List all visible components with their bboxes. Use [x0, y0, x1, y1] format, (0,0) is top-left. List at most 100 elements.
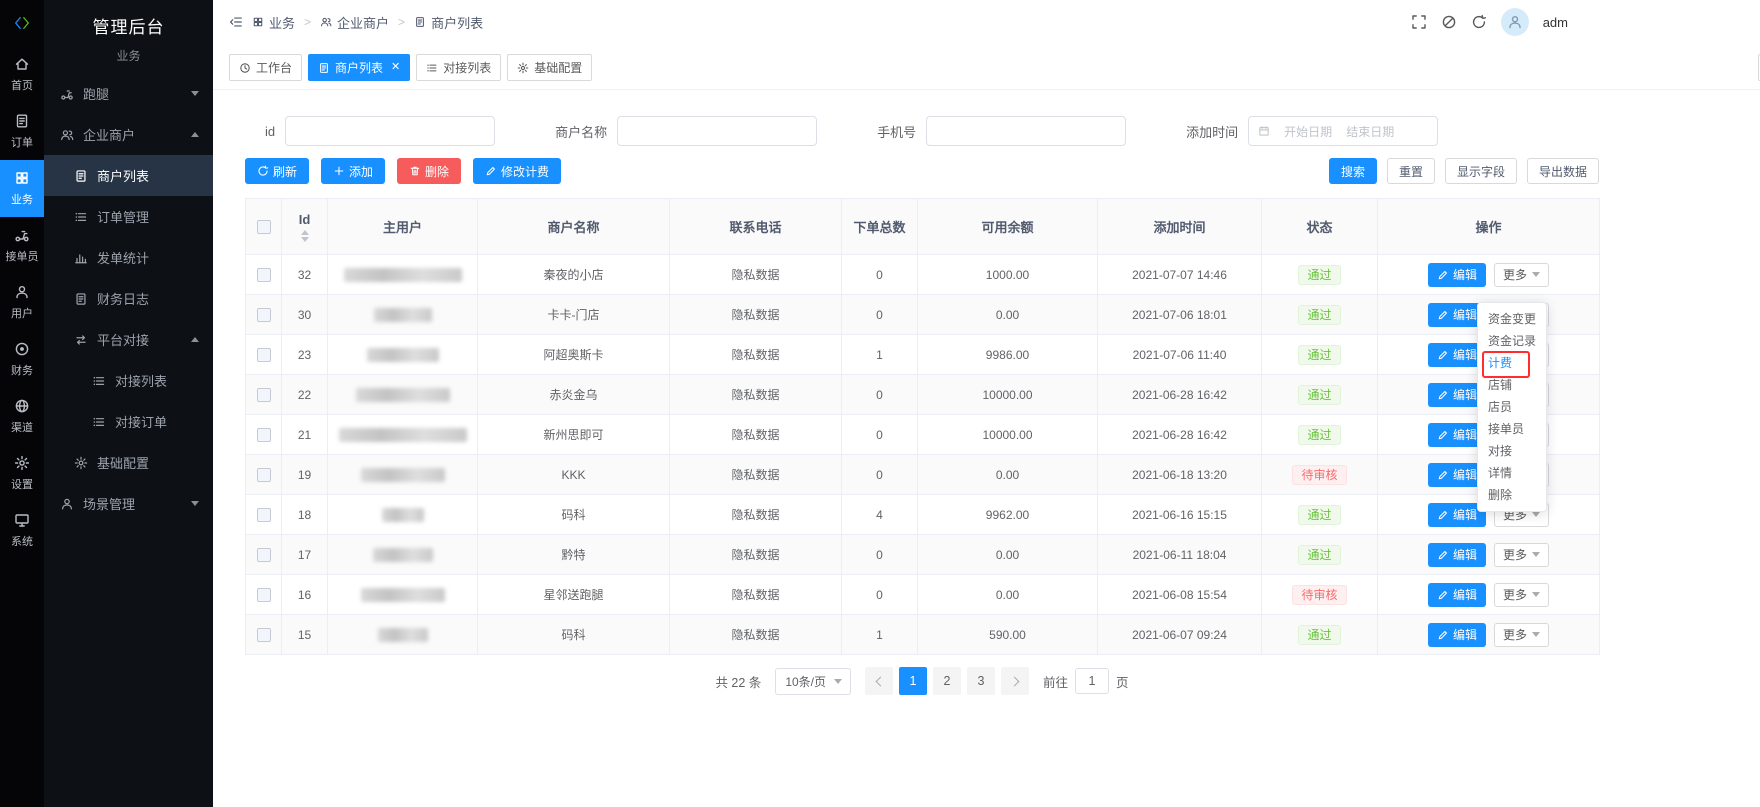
edit-button[interactable]: 编辑 [1428, 263, 1486, 287]
username[interactable]: adm [1543, 15, 1568, 30]
row-checkbox[interactable] [257, 468, 271, 482]
id-filter-input[interactable] [285, 116, 495, 146]
sidebar-item-platform-connect[interactable]: 平台对接 [44, 319, 213, 360]
rail-label: 接单员 [6, 248, 39, 264]
company-icon [60, 128, 74, 142]
next-page-button[interactable] [1001, 667, 1029, 695]
rail-item-users[interactable]: 用户 [0, 274, 44, 331]
sidebar-item-connect-orders[interactable]: 对接订单 [44, 401, 213, 442]
sidebar-item-merchant-list[interactable]: 商户列表 [44, 155, 213, 196]
reset-button[interactable]: 重置 [1387, 158, 1435, 184]
sidebar-item-connect-list[interactable]: 对接列表 [44, 360, 213, 401]
select-all-checkbox[interactable] [257, 220, 271, 234]
phone-filter-input[interactable] [926, 116, 1126, 146]
forbid-icon[interactable] [1441, 14, 1457, 30]
sort-icons[interactable] [282, 230, 327, 242]
rail-item-courier[interactable]: 接单员 [0, 217, 44, 274]
sidebar-item-dispatch-stats[interactable]: 发单统计 [44, 237, 213, 278]
row-checkbox[interactable] [257, 548, 271, 562]
show-fields-button[interactable]: 显示字段 [1445, 158, 1517, 184]
tab-basic-config[interactable]: 基础配置 [507, 54, 592, 81]
edit-button[interactable]: 编辑 [1428, 623, 1486, 647]
page-button-2[interactable]: 2 [933, 667, 961, 695]
row-checkbox[interactable] [257, 388, 271, 402]
sidebar-item-paotui[interactable]: 跑腿 [44, 73, 213, 114]
tab-label: 基础配置 [534, 59, 582, 76]
rail-item-channel[interactable]: 渠道 [0, 388, 44, 445]
rail-item-business[interactable]: 业务 [0, 160, 44, 217]
prev-page-button[interactable] [865, 667, 893, 695]
rail-item-system[interactable]: 系统 [0, 502, 44, 559]
row-checkbox[interactable] [257, 308, 271, 322]
tab-workbench[interactable]: 工作台 [229, 54, 302, 81]
status-badge: 通过 [1298, 425, 1340, 445]
cell-orders: 0 [842, 255, 918, 295]
app-logo[interactable] [0, 0, 44, 46]
collapse-sidebar-icon[interactable] [229, 15, 243, 29]
row-checkbox[interactable] [257, 268, 271, 282]
cell-balance: 9986.00 [918, 335, 1098, 375]
row-checkbox[interactable] [257, 348, 271, 362]
sidebar-item-finance-log[interactable]: 财务日志 [44, 278, 213, 319]
avatar[interactable] [1501, 8, 1529, 36]
menu-item-funds-change[interactable]: 资金变更 [1478, 308, 1546, 330]
breadcrumb-item-merchant-list[interactable]: 商户列表 [414, 13, 483, 32]
delete-button[interactable]: 删除 [397, 158, 461, 184]
row-checkbox[interactable] [257, 508, 271, 522]
row-checkbox[interactable] [257, 428, 271, 442]
sort-asc-icon[interactable] [301, 230, 309, 235]
more-button[interactable]: 更多 [1494, 543, 1549, 567]
menu-item-connect[interactable]: 对接 [1478, 440, 1546, 462]
rail-item-home[interactable]: 首页 [0, 46, 44, 103]
more-button[interactable]: 更多 [1494, 623, 1549, 647]
fullscreen-icon[interactable] [1411, 14, 1427, 30]
menu-item-shop[interactable]: 店铺 [1478, 374, 1546, 396]
page-button-3[interactable]: 3 [967, 667, 995, 695]
modify-billing-button[interactable]: 修改计费 [473, 158, 561, 184]
cell-merchant: 卡卡-门店 [478, 295, 670, 335]
breadcrumb-item-enterprise-merchant[interactable]: 企业商户 [320, 13, 389, 32]
rail-item-finance[interactable]: 财务 [0, 331, 44, 388]
search-button[interactable]: 搜索 [1329, 158, 1377, 184]
chevron-up-icon [191, 337, 199, 342]
sort-desc-icon[interactable] [301, 237, 309, 242]
rail-item-orders[interactable]: 订单 [0, 103, 44, 160]
page-button-1[interactable]: 1 [899, 667, 927, 695]
col-id[interactable]: Id [282, 199, 328, 255]
rail-label: 系统 [11, 533, 33, 549]
menu-item-delete[interactable]: 删除 [1478, 484, 1546, 506]
export-data-button[interactable]: 导出数据 [1527, 158, 1599, 184]
breadcrumb-item-business[interactable]: 业务 [252, 13, 295, 32]
date-range-picker[interactable]: 开始日期 结束日期 [1248, 116, 1438, 146]
menu-item-funds-record[interactable]: 资金记录 [1478, 330, 1546, 352]
goto-page-input[interactable] [1075, 668, 1109, 694]
tab-connect-list[interactable]: 对接列表 [416, 54, 501, 81]
topbar: 业务 > 企业商户 > 商户列表 adm [213, 0, 1760, 44]
rail-item-settings[interactable]: 设置 [0, 445, 44, 502]
menu-item-courier[interactable]: 接单员 [1478, 418, 1546, 440]
cell-balance: 9962.00 [918, 495, 1098, 535]
app-title: 管理后台 [44, 0, 213, 38]
sidebar-item-enterprise-merchant[interactable]: 企业商户 [44, 114, 213, 155]
row-checkbox[interactable] [257, 628, 271, 642]
tab-merchant-list[interactable]: 商户列表✕ [308, 54, 410, 81]
merchant-name-filter-input[interactable] [617, 116, 817, 146]
menu-item-detail[interactable]: 详情 [1478, 462, 1546, 484]
edit-button[interactable]: 编辑 [1428, 583, 1486, 607]
close-icon[interactable]: ✕ [391, 62, 400, 73]
more-button[interactable]: 更多 [1494, 263, 1549, 287]
menu-item-billing[interactable]: 计费 [1478, 352, 1546, 374]
edit-button[interactable]: 编辑 [1428, 543, 1486, 567]
sidebar-item-basic-config[interactable]: 基础配置 [44, 442, 213, 483]
sidebar-item-order-management[interactable]: 订单管理 [44, 196, 213, 237]
more-button[interactable]: 更多 [1494, 583, 1549, 607]
refresh-icon[interactable] [1471, 14, 1487, 30]
sidebar-item-scene-management[interactable]: 场景管理 [44, 483, 213, 524]
button-label: 显示字段 [1457, 163, 1505, 180]
row-checkbox[interactable] [257, 588, 271, 602]
add-button[interactable]: 添加 [321, 158, 385, 184]
menu-item-clerk[interactable]: 店员 [1478, 396, 1546, 418]
refresh-button[interactable]: 刷新 [245, 158, 309, 184]
goto-label: 前往 [1043, 672, 1068, 691]
page-size-select[interactable]: 10条/页 [775, 668, 851, 695]
